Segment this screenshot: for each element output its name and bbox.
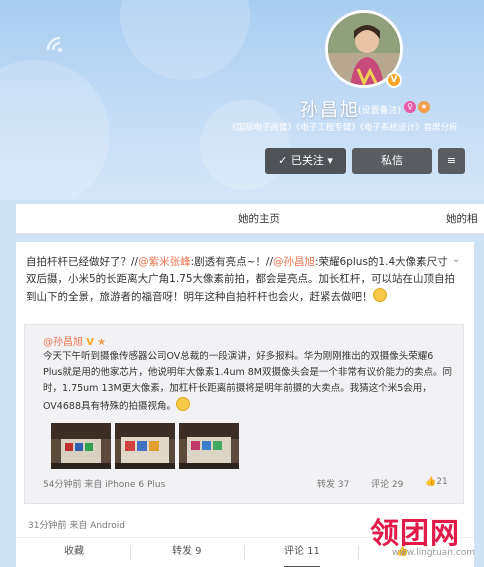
cover-decoration (200, 100, 290, 190)
quoted-forward-button[interactable]: 转发 37 (317, 477, 349, 490)
watermark-logo: 领团网 (370, 516, 461, 550)
divider (130, 546, 131, 560)
quoted-image-thumbnail[interactable] (115, 423, 175, 469)
smile-emoji-icon (176, 397, 190, 411)
profile-tabs: 她的主页 她的相 (16, 204, 484, 234)
cover-decoration (120, 0, 250, 80)
member-icon: ★ (418, 101, 430, 113)
forward-button[interactable]: 转发 9 (172, 538, 202, 566)
tab-albums[interactable]: 她的相 (446, 204, 478, 234)
verified-icon: V (86, 337, 94, 348)
quoted-post: @孙昌旭 V ★ 今天下午听到摄像传感器公司OV总裁的一段演讲，好多报料。华为刚… (24, 324, 464, 504)
mention-link[interactable]: @孙昌旭 (273, 256, 315, 268)
post-text-segment: :剧透有亮点~！// (190, 256, 273, 268)
divider (244, 546, 245, 560)
quoted-meta: 54分钟前 来自 iPhone 6 Plus (43, 480, 166, 490)
private-message-button[interactable]: 私信 (352, 148, 432, 174)
profile-name: 孙昌旭 (300, 100, 360, 121)
divider (358, 546, 359, 560)
tab-home[interactable]: 她的主页 (238, 204, 280, 234)
quoted-like-button[interactable]: 👍21 (425, 477, 448, 487)
member-icon: ★ (97, 337, 107, 348)
watermark-url: www.lingtuan.com (392, 548, 476, 558)
comment-button[interactable]: 评论 11 (284, 538, 320, 567)
more-menu-icon[interactable]: ≡ (438, 148, 465, 174)
thumbs-up-icon: 👍 (425, 477, 437, 487)
post-text: 自拍杆杆已经做好了？//@紫米张峰:剧透有亮点~！//@孙昌旭:荣耀6plus的… (26, 254, 456, 306)
favorite-button[interactable]: 收藏 (64, 538, 84, 566)
mention-link[interactable]: @紫米张峰 (138, 256, 191, 268)
smile-emoji-icon (372, 288, 387, 302)
post-meta: 31分钟前 来自 Android (28, 521, 125, 531)
quoted-image-thumbnail[interactable] (179, 423, 239, 469)
quoted-image-thumbnail[interactable] (51, 423, 111, 469)
female-icon: ♀ (404, 101, 416, 113)
quoted-comment-button[interactable]: 评论 29 (371, 477, 403, 490)
cover-decoration (0, 60, 110, 200)
following-button[interactable]: ✓ 已关注 ▾ (265, 148, 346, 174)
verified-badge-icon: V (386, 72, 402, 88)
set-remark-link[interactable]: (设置备注) (358, 103, 401, 116)
quoted-text-body: 今天下午听到摄像传感器公司OV总裁的一段演讲，好多报料。华为刚刚推出的双摄像头荣… (43, 351, 452, 412)
post-menu-chevron-icon[interactable]: ⌄ (452, 254, 460, 265)
quoted-text: 今天下午听到摄像传感器公司OV总裁的一段演讲，好多报料。华为刚刚推出的双摄像头荣… (43, 349, 453, 415)
signal-icon (46, 36, 63, 53)
profile-tags[interactable]: 《国际电子商情》《电子工程专辑》《电子系统设计》首席分析 (228, 121, 484, 133)
post-text-segment: 自拍杆杆已经做好了？// (26, 256, 139, 268)
quoted-author-link[interactable]: @孙昌旭 V ★ (43, 333, 106, 348)
